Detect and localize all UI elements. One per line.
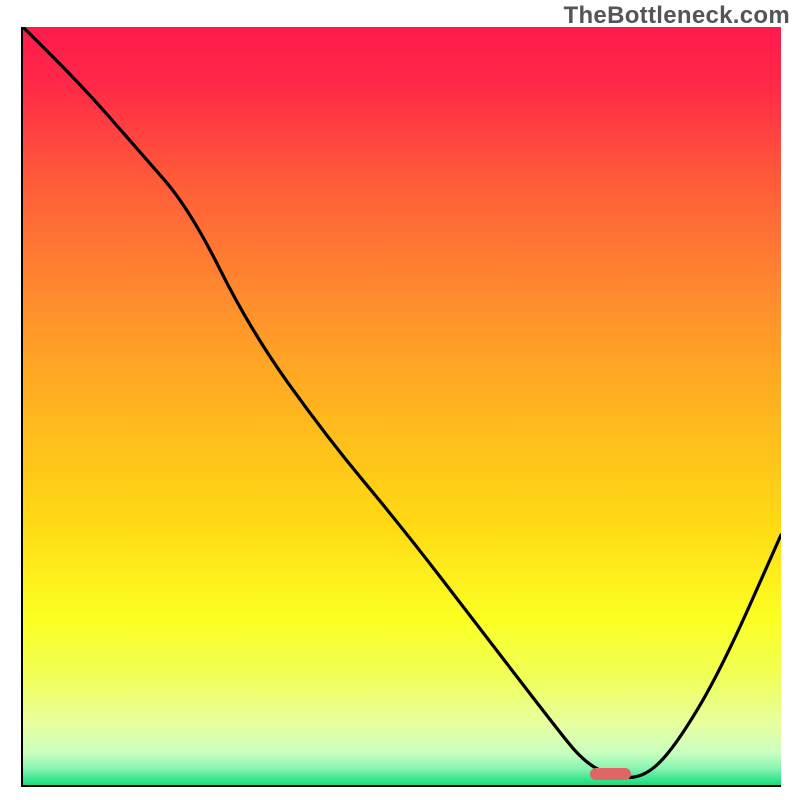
watermark-text: TheBottleneck.com — [564, 2, 790, 30]
curve-layer — [23, 27, 781, 785]
plot-area — [21, 27, 781, 787]
optimal-marker — [590, 768, 632, 780]
chart-container: TheBottleneck.com — [0, 0, 800, 800]
bottleneck-curve — [23, 27, 781, 777]
